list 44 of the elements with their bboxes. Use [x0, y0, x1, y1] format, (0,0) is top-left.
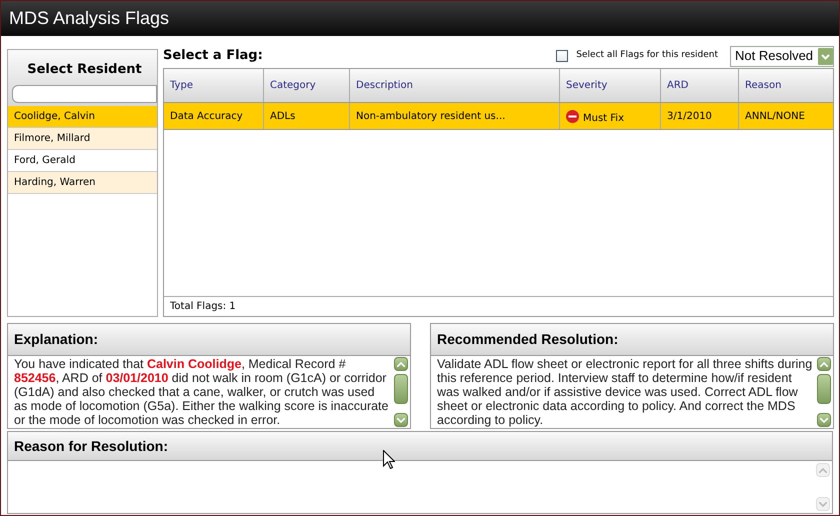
resident-item[interactable]: Coolidge, Calvin	[8, 106, 157, 128]
scroll-up-button[interactable]	[817, 357, 831, 371]
column-header[interactable]: Description	[350, 69, 560, 102]
column-header[interactable]: Severity	[560, 69, 661, 102]
resident-item[interactable]: Ford, Gerald	[8, 150, 157, 172]
total-flags-count: Total Flags: 1	[170, 300, 236, 314]
chevron-up-icon	[819, 468, 827, 472]
table-cell-text: ADLs	[270, 110, 296, 124]
scroll-down-button[interactable]	[394, 413, 408, 427]
stop-icon	[566, 110, 579, 122]
chevron-down-icon	[820, 418, 828, 422]
resident-item[interactable]: Harding, Warren	[8, 172, 157, 194]
scroll-up-button[interactable]	[394, 357, 408, 371]
table-cell-text: Non-ambulatory resident us...	[356, 110, 506, 124]
panel-title: Recommended Resolution:	[437, 330, 618, 349]
explanation-text: You have indicated that Calvin Coolidge, Medical Record # 852456, ARD of 03/01/2010 did not walk in room (G1cA) or corridor (G1dA) and also checked that a cane, walker, or crutch was used as mode of locomotion (G5a). Either the walking score is inaccurate or the mode of locomotion was checked in error.	[14, 357, 390, 427]
scroll-down-button[interactable]	[817, 413, 831, 427]
scroll-thumb[interactable]	[394, 374, 408, 404]
table-cell-text: ANNL/NONE	[745, 110, 805, 124]
scroll-thumb[interactable]	[817, 374, 831, 404]
column-header[interactable]: ARD	[661, 69, 739, 102]
column-header[interactable]: Reason	[739, 69, 833, 102]
chevron-down-icon	[397, 418, 405, 422]
flag-row[interactable]: Data Accuracy ADLs Non-ambulatory resident us... Must Fix 3/1/2010 ANNL/NONE	[164, 103, 833, 130]
window-title: MDS Analysis Flags	[9, 7, 170, 30]
resident-panel-title: Select Resident	[27, 61, 142, 79]
flag-section-title: Select a Flag:	[163, 47, 263, 66]
recommended-resolution-text: Validate ADL flow sheet or electronic report for all three shifts during this reference period. Interview staff to determine how/if resident was walked and/or if assistive device was used. Correct ADL flow sheet or electronic data according to policy. And correct the MDS according to policy.	[437, 357, 813, 427]
select-all-checkbox[interactable]	[556, 50, 568, 62]
table-cell-text: Data Accuracy	[170, 110, 243, 124]
resident-search-field[interactable]	[12, 84, 157, 102]
panel-title: Explanation:	[14, 330, 98, 349]
column-header[interactable]: Type	[164, 69, 264, 102]
chevron-up-icon	[820, 362, 828, 366]
panel-title: Reason for Resolution:	[14, 436, 168, 456]
resident-item[interactable]: Filmore, Millard	[8, 128, 157, 150]
chevron-down-icon	[819, 502, 827, 506]
table-cell-text: 3/1/2010	[667, 110, 712, 124]
status-dropdown[interactable]: Not Resolved	[730, 46, 834, 66]
mouse-cursor-icon	[383, 450, 395, 469]
chevron-up-icon	[397, 362, 405, 366]
select-all-label: Select all Flags for this resident	[576, 49, 718, 62]
column-header[interactable]: Category	[264, 69, 350, 102]
table-cell-text: Must Fix	[583, 112, 624, 126]
